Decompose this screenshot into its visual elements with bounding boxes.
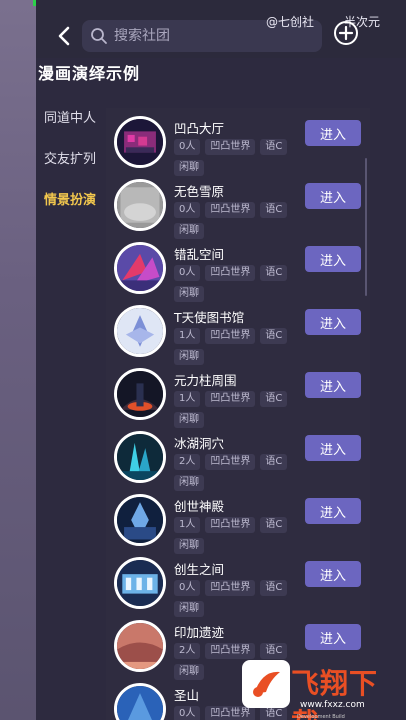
- watermark-top-text: @七创社: [266, 15, 315, 29]
- list-item: 错乱空间 0人 凹凸世界 语C 闲聊 进入: [112, 238, 366, 302]
- tag-count: 1人: [174, 328, 201, 344]
- watermark-url: www.fxxz.com: [300, 700, 365, 710]
- watermark-brand-text: 飞翔下载: [291, 667, 379, 720]
- enter-button[interactable]: 进入: [305, 498, 361, 524]
- sidebar-item-label: 交友扩列: [44, 152, 97, 167]
- room-thumbnail[interactable]: [114, 431, 166, 483]
- list-item: 元力柱周围 1人 凹凸世界 语C 闲聊 进入: [112, 364, 366, 428]
- room-name: 创生之间: [174, 562, 225, 577]
- page-title: 漫画演绎示例: [38, 64, 141, 83]
- search-icon: [91, 28, 107, 44]
- room-name: 创世神殿: [174, 499, 225, 514]
- list-item: T天使图书馆 1人 凹凸世界 语C 闲聊 进入: [112, 301, 366, 365]
- list-item: 无色雪原 0人 凹凸世界 语C 闲聊 进入: [112, 175, 366, 239]
- room-name: 印加遗迹: [174, 625, 225, 640]
- room-thumbnail[interactable]: [114, 179, 166, 231]
- tag-count: 2人: [174, 454, 201, 470]
- tag-world: 凹凸世界: [205, 517, 256, 533]
- add-circle-icon: [334, 21, 358, 45]
- room-name: 冰湖洞穴: [174, 436, 225, 451]
- room-thumbnail[interactable]: [114, 557, 166, 609]
- room-thumbnail[interactable]: [114, 620, 166, 672]
- add-button[interactable]: [333, 20, 359, 46]
- room-name: 无色雪原: [174, 184, 225, 199]
- enter-button[interactable]: 进入: [305, 309, 361, 335]
- room-thumbnail[interactable]: [114, 305, 166, 357]
- room-name: 错乱空间: [174, 247, 225, 262]
- tag-count: 0人: [174, 706, 201, 720]
- tag-mode: 闲聊: [174, 538, 204, 554]
- category-sidebar: 同道中人 交友扩列 情景扮演: [36, 96, 106, 219]
- sidebar-item-qingjing[interactable]: 情景扮演: [36, 178, 106, 219]
- tag-mode: 闲聊: [174, 160, 204, 176]
- list-item: 创世神殿 1人 凹凸世界 语C 闲聊 进入: [112, 490, 366, 554]
- tag-type: 语C: [260, 265, 288, 281]
- tag-count: 0人: [174, 265, 201, 281]
- room-name: 元力柱周围: [174, 373, 237, 388]
- tag-world: 凹凸世界: [205, 580, 256, 596]
- tag-mode: 闲聊: [174, 412, 204, 428]
- watermark-bottom: 飞翔下载 www.fxxz.com: [236, 654, 402, 720]
- enter-button[interactable]: 进入: [305, 624, 361, 650]
- sidebar-item-jiaoyou[interactable]: 交友扩列: [36, 137, 106, 178]
- enter-button[interactable]: 进入: [305, 120, 361, 146]
- tag-type: 语C: [260, 580, 288, 596]
- tag-mode: 闲聊: [174, 349, 204, 365]
- tag-world: 凹凸世界: [205, 328, 256, 344]
- tag-mode: 闲聊: [174, 475, 204, 491]
- sidebar-item-tongdao[interactable]: 同道中人: [36, 96, 106, 137]
- tag-type: 语C: [260, 328, 288, 344]
- room-thumbnail[interactable]: [114, 683, 166, 720]
- enter-button[interactable]: 进入: [305, 561, 361, 587]
- tag-type: 语C: [260, 139, 288, 155]
- room-name: T天使图书馆: [174, 310, 245, 325]
- tag-mode: 闲聊: [174, 601, 204, 617]
- tag-type: 语C: [260, 454, 288, 470]
- back-button[interactable]: [52, 22, 76, 50]
- room-thumbnail[interactable]: [114, 494, 166, 546]
- enter-button[interactable]: 进入: [305, 435, 361, 461]
- watermark-top: @七创社 半次元: [266, 13, 380, 30]
- list-item: 凹凸大厅 0人 凹凸世界 语C 闲聊 进入: [112, 112, 366, 176]
- room-name: 凹凸大厅: [174, 121, 225, 136]
- tag-type: 语C: [260, 391, 288, 407]
- tag-mode: 闲聊: [174, 223, 204, 239]
- tag-count: 0人: [174, 202, 201, 218]
- tag-world: 凹凸世界: [205, 265, 256, 281]
- tag-world: 凹凸世界: [205, 139, 256, 155]
- search-input[interactable]: [114, 28, 304, 44]
- room-thumbnail[interactable]: [114, 368, 166, 420]
- list-item: 创生之间 0人 凹凸世界 语C 闲聊 进入: [112, 553, 366, 617]
- tag-world: 凹凸世界: [205, 391, 256, 407]
- room-name: 圣山: [174, 688, 200, 703]
- room-thumbnail[interactable]: [114, 242, 166, 294]
- brand-logo-icon: [242, 660, 290, 708]
- list-item: 冰湖洞穴 2人 凹凸世界 语C 闲聊 进入: [112, 427, 366, 491]
- tag-mode: 闲聊: [174, 286, 204, 302]
- tag-count: 0人: [174, 139, 201, 155]
- sidebar-item-label: 同道中人: [44, 111, 97, 126]
- left-background-band: [0, 0, 36, 720]
- enter-button[interactable]: 进入: [305, 372, 361, 398]
- sidebar-item-label: 情景扮演: [44, 193, 97, 208]
- dev-build-text: Development Build: [297, 714, 345, 720]
- tag-world: 凹凸世界: [205, 202, 256, 218]
- tag-type: 语C: [260, 202, 288, 218]
- enter-button[interactable]: 进入: [305, 183, 361, 209]
- tag-world: 凹凸世界: [205, 454, 256, 470]
- tag-count: 0人: [174, 580, 201, 596]
- tag-type: 语C: [260, 517, 288, 533]
- back-arrow-icon: [58, 26, 70, 46]
- tag-mode: 闲聊: [174, 664, 204, 680]
- tag-count: 1人: [174, 391, 201, 407]
- room-thumbnail[interactable]: [114, 116, 166, 168]
- tag-count: 1人: [174, 517, 201, 533]
- tag-count: 2人: [174, 643, 201, 659]
- enter-button[interactable]: 进入: [305, 246, 361, 272]
